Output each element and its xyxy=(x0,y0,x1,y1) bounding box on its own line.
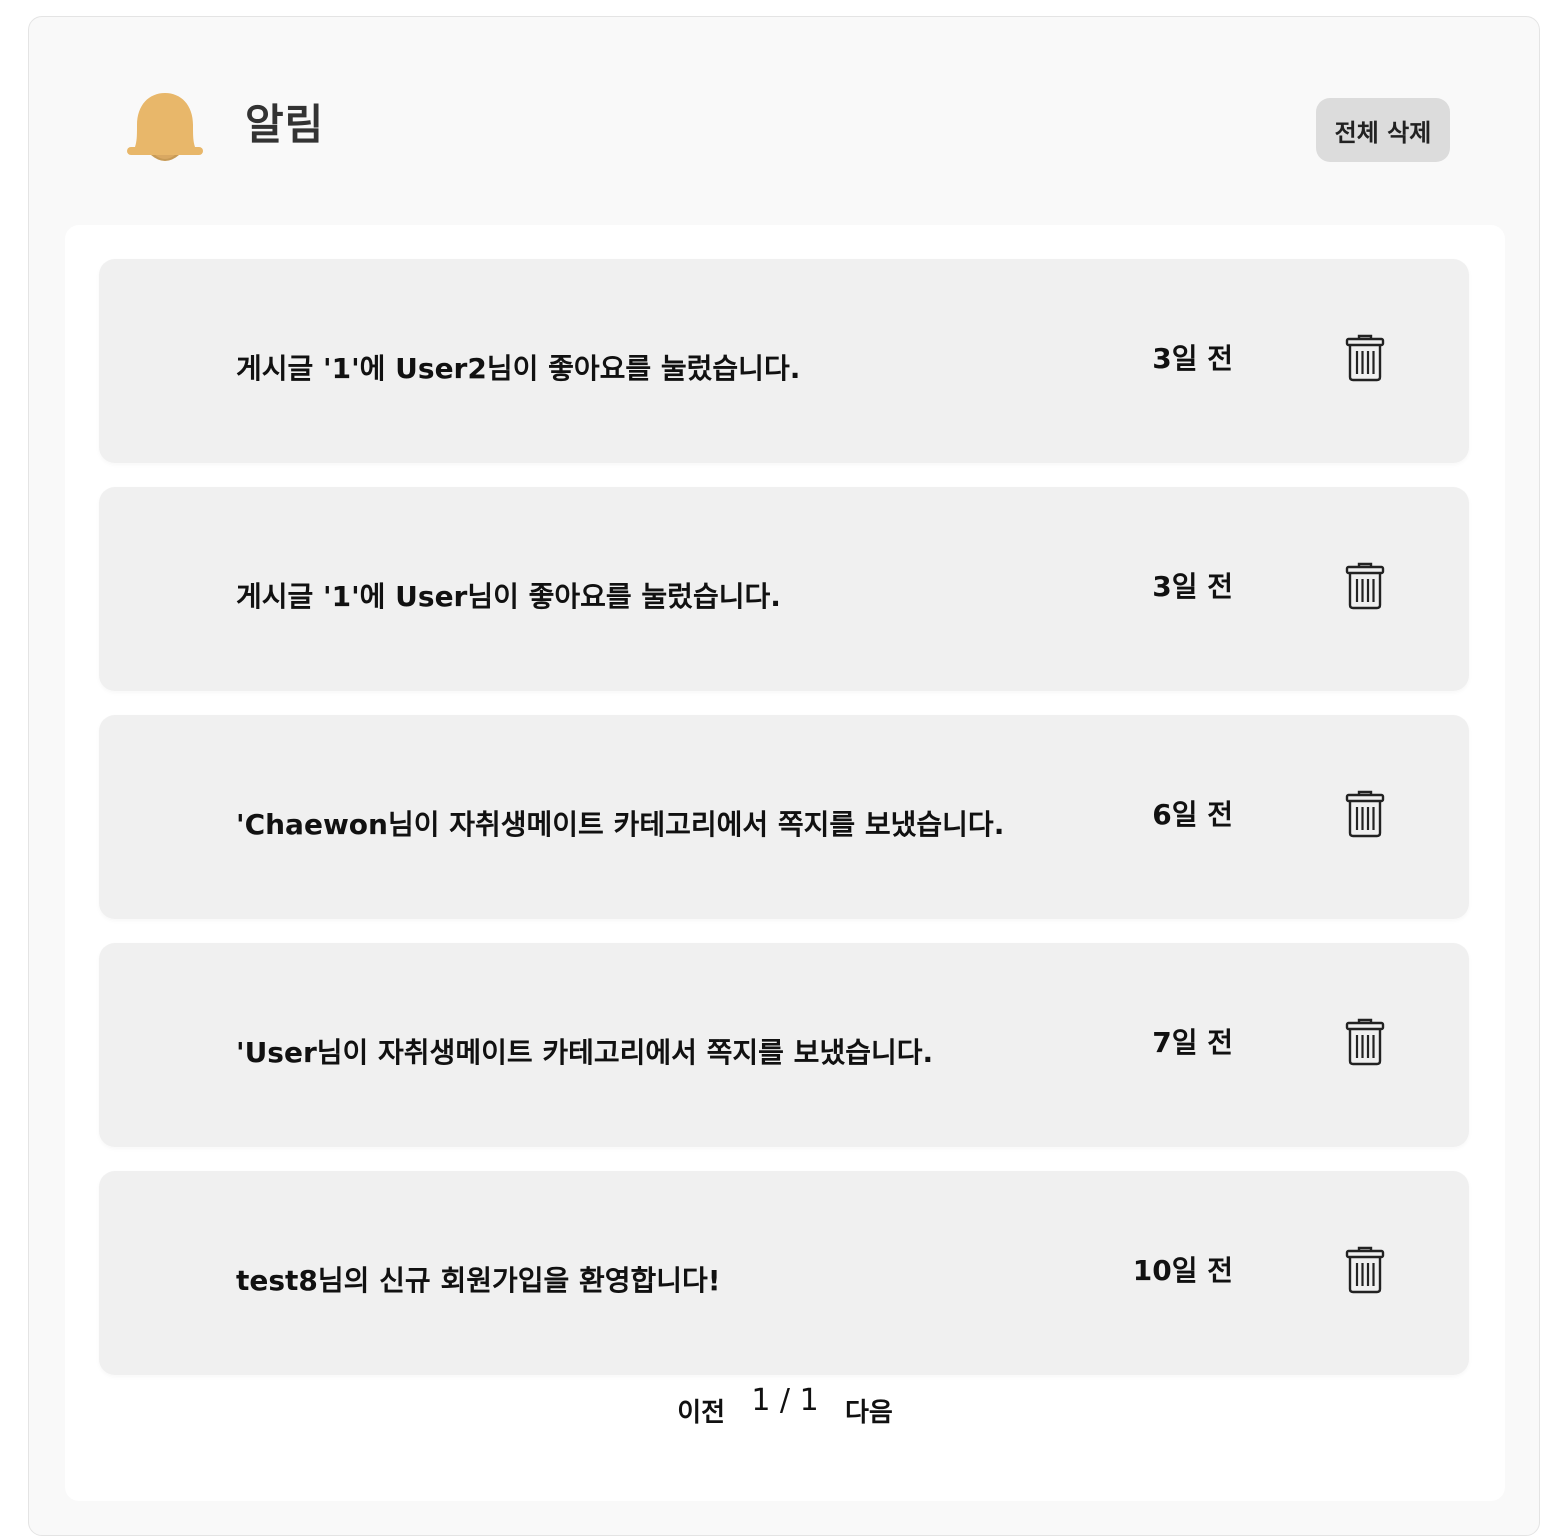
notification-item[interactable]: 'User님이 자취생메이트 카테고리에서 쪽지를 보냈습니다. 7일 전 xyxy=(99,943,1469,1147)
notification-item[interactable]: 'Chaewon님이 자취생메이트 카테고리에서 쪽지를 보냈습니다. 6일 전 xyxy=(99,715,1469,919)
notifications-header: 알림 전체 삭제 xyxy=(29,17,1539,225)
notification-time: 3일 전 xyxy=(1152,570,1233,603)
page-title: 알림 xyxy=(245,100,325,149)
notification-item[interactable]: 게시글 '1'에 User2님이 좋아요를 눌렀습니다. 3일 전 xyxy=(99,259,1469,463)
notifications-card: 알림 전체 삭제 게시글 '1'에 User2님이 좋아요를 눌렀습니다. 3일… xyxy=(28,16,1540,1536)
trash-icon[interactable] xyxy=(1344,1018,1386,1066)
bell-icon xyxy=(127,93,203,161)
page-indicator: 1 / 1 xyxy=(751,1383,819,1418)
notification-time: 3일 전 xyxy=(1152,342,1233,375)
pagination: 이전 1 / 1 다음 xyxy=(65,1383,1505,1453)
notification-message: 'Chaewon님이 자취생메이트 카테고리에서 쪽지를 보냈습니다. xyxy=(236,808,1005,841)
notification-time: 7일 전 xyxy=(1152,1026,1233,1059)
notification-item[interactable]: test8님의 신규 회원가입을 환영합니다! 10일 전 xyxy=(99,1171,1469,1375)
notification-message: 게시글 '1'에 User2님이 좋아요를 눌렀습니다. xyxy=(236,352,801,385)
next-page-button[interactable]: 다음 xyxy=(845,1393,893,1433)
trash-icon[interactable] xyxy=(1344,334,1386,382)
notification-message: 'User님이 자취생메이트 카테고리에서 쪽지를 보냈습니다. xyxy=(236,1036,934,1069)
notification-panel: 게시글 '1'에 User2님이 좋아요를 눌렀습니다. 3일 전 게시글 '1… xyxy=(65,225,1505,1501)
trash-icon[interactable] xyxy=(1344,790,1386,838)
trash-icon[interactable] xyxy=(1344,562,1386,610)
notification-list: 게시글 '1'에 User2님이 좋아요를 눌렀습니다. 3일 전 게시글 '1… xyxy=(99,259,1469,1375)
notification-time: 6일 전 xyxy=(1152,798,1233,831)
prev-page-button[interactable]: 이전 xyxy=(677,1393,725,1433)
trash-icon[interactable] xyxy=(1344,1246,1386,1294)
notification-time: 10일 전 xyxy=(1132,1254,1233,1287)
notification-message: 게시글 '1'에 User님이 좋아요를 눌렀습니다. xyxy=(236,580,781,613)
delete-all-button[interactable]: 전체 삭제 xyxy=(1316,98,1450,162)
notification-message: test8님의 신규 회원가입을 환영합니다! xyxy=(236,1264,721,1297)
notification-item[interactable]: 게시글 '1'에 User님이 좋아요를 눌렀습니다. 3일 전 xyxy=(99,487,1469,691)
